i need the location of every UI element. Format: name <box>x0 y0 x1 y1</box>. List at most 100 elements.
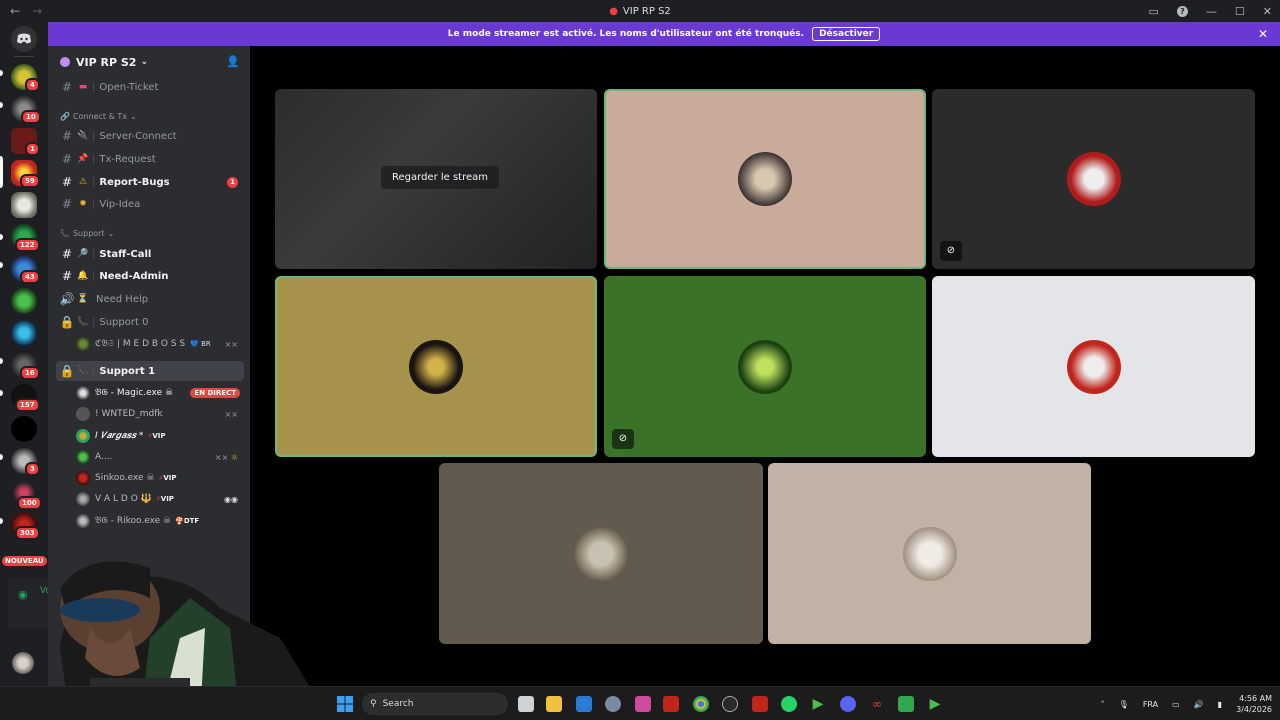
chevron-down-icon: ⌄ <box>107 229 115 238</box>
outlook-icon[interactable] <box>576 696 592 712</box>
back-arrow-icon[interactable]: ← <box>10 4 20 18</box>
magnifier-icon: 🔎 <box>77 249 89 259</box>
inbox-icon[interactable]: ▭ <box>1149 5 1159 18</box>
close-banner-icon[interactable]: ✕ <box>1258 27 1268 41</box>
voice-user-valdo[interactable]: V A L D O 🔱 ⚡VIP ◉◉ <box>76 489 244 509</box>
help-icon[interactable]: ? <box>1176 5 1188 17</box>
taskbar-search-box[interactable]: ⚲ Search <box>362 693 508 715</box>
title-bar: ← → ● VIP RP S2 ▭ ? — ☐ ✕ <box>0 0 1280 22</box>
voice-user-medboss[interactable]: ℭ𝔅𝔖 | M E D B O S S 💙 BR ⨯⨯ <box>76 334 244 354</box>
app-icon[interactable] <box>752 696 768 712</box>
voice-user-vargass[interactable]: I 𝑽𝒂𝒓𝒈𝒂𝒔𝒔 * ⚡VIP <box>76 426 244 446</box>
avatar <box>76 471 90 485</box>
maximize-icon[interactable]: ☐ <box>1235 5 1245 18</box>
stream-tile[interactable]: Regarder le stream <box>275 89 597 269</box>
channel-open-ticket[interactable]: # ▬ | Open-Ticket <box>56 77 244 97</box>
avatar <box>76 429 90 443</box>
warning-icon: ⚠ <box>78 177 88 187</box>
unread-pill <box>0 454 3 460</box>
mention-badge: 4 <box>25 78 40 92</box>
volume-icon[interactable]: 🔊 <box>1194 700 1204 709</box>
participant-tile[interactable] <box>439 463 763 644</box>
participant-tile[interactable] <box>604 89 926 269</box>
channel-server-connect[interactable]: # 🔌 | Server-Connect <box>56 126 244 146</box>
hash-icon: # <box>61 269 73 283</box>
disable-streamer-button[interactable]: Désactiver <box>812 27 881 41</box>
app-icon[interactable]: ∞ <box>869 696 885 712</box>
voice-user-magic[interactable]: 𝔅𝔊 - Magic.exe ☠ EN DIRECT <box>76 383 244 403</box>
wifi-icon[interactable]: ▭ <box>1172 700 1180 709</box>
unread-pill <box>0 518 3 524</box>
app-icon[interactable]: ▶ <box>810 696 826 712</box>
forward-arrow-icon[interactable]: → <box>32 4 42 18</box>
app-icon[interactable] <box>898 696 914 712</box>
microphone-icon[interactable]: 🎙 <box>1119 700 1129 709</box>
app-icon[interactable] <box>663 696 679 712</box>
hash-icon: # <box>61 80 73 94</box>
channel-support-1[interactable]: 🔒 📞 | Support 1 <box>56 361 244 381</box>
server-icon[interactable] <box>11 416 37 442</box>
server-icon[interactable] <box>11 288 37 314</box>
minimize-icon[interactable]: — <box>1206 5 1217 18</box>
file-explorer-icon[interactable] <box>546 696 562 712</box>
avatar <box>76 450 90 464</box>
channel-vip-idea[interactable]: # ✹ | Vip-Idea <box>56 194 244 214</box>
mention-badge: 1 <box>227 176 238 188</box>
unread-pill <box>0 358 3 364</box>
muted-deafened-icons: ⨯⨯ <box>224 409 238 419</box>
mention-badge: 43 <box>20 270 40 284</box>
mention-badge: 157 <box>15 398 40 412</box>
channel-report-bugs[interactable]: # ⚠ | Report-Bugs 1 <box>56 172 244 192</box>
participant-tile[interactable] <box>768 463 1091 644</box>
add-member-icon[interactable]: 👤 <box>226 55 240 68</box>
settings-icon[interactable] <box>605 696 621 712</box>
muted-deafened-icons: ⨯⨯ <box>224 339 238 349</box>
server-icon[interactable] <box>11 320 37 346</box>
discord-home-icon[interactable] <box>11 26 37 52</box>
channel-staff-call[interactable]: # 🔎 | Staff-Call <box>56 244 244 264</box>
chevron-up-icon[interactable]: ˄ <box>1101 700 1105 709</box>
category-support[interactable]: 📞 Support ⌄ <box>60 229 114 238</box>
lock-icon: 🔒 <box>59 315 75 329</box>
clock[interactable]: 4:56 AM 3/4/2026 <box>1236 693 1272 715</box>
participant-avatar <box>738 339 792 394</box>
participant-tile[interactable]: ⊘ <box>604 276 926 457</box>
hash-icon: # <box>61 129 73 143</box>
mention-badge: 122 <box>15 238 40 252</box>
avatar <box>76 492 90 506</box>
whatsapp-icon[interactable] <box>781 696 797 712</box>
channel-support-0[interactable]: 🔒 📞 | Support 0 <box>56 312 244 332</box>
app-icon[interactable]: ▶ <box>927 696 943 712</box>
mention-badge: 3 <box>25 462 40 476</box>
live-badge: EN DIRECT <box>190 388 240 398</box>
streamer-mode-banner: Le mode streamer est activé. Les noms d'… <box>48 22 1280 46</box>
participant-tile[interactable]: ⊘ <box>932 89 1255 269</box>
voice-user-wnted[interactable]: ! WNTED_mdfk ⨯⨯ <box>76 404 244 424</box>
mention-badge: 10 <box>21 110 41 124</box>
unread-pill <box>0 262 3 268</box>
chrome-icon[interactable] <box>693 696 709 712</box>
voice-user-sinkoo[interactable]: Sinkoo.exe ☠ ⚡VIP <box>76 468 244 488</box>
steam-icon[interactable] <box>722 696 738 712</box>
channel-tx-request[interactable]: # 📌 | Tx-Request <box>56 149 244 169</box>
voice-user-a[interactable]: A.... ⨯⨯ ☼ <box>76 447 244 467</box>
task-view-icon[interactable] <box>518 696 534 712</box>
mention-badge: 16 <box>20 366 40 380</box>
battery-icon[interactable]: ▮ <box>1218 700 1222 709</box>
mention-badge: 59 <box>20 174 40 188</box>
server-icon[interactable] <box>11 192 37 218</box>
participant-tile[interactable] <box>932 276 1255 457</box>
discord-icon[interactable] <box>840 696 856 712</box>
chevron-down-icon: ⌄ <box>140 57 148 67</box>
server-header[interactable]: VIP RP S2 ⌄ 👤 <box>48 46 250 78</box>
channel-need-help[interactable]: 🔊 ⏳ Need Help <box>56 289 244 309</box>
category-connect-tx[interactable]: 🔗 Connect & Tx ⌄ <box>60 112 137 121</box>
language-indicator[interactable]: FRA <box>1143 700 1158 709</box>
close-window-icon[interactable]: ✕ <box>1263 5 1272 18</box>
windows-start-icon[interactable] <box>337 696 353 712</box>
app-icon[interactable] <box>635 696 651 712</box>
mention-badge: 100 <box>17 496 42 510</box>
watch-stream-button[interactable]: Regarder le stream <box>381 166 500 189</box>
channel-need-admin[interactable]: # 🔔 | Need-Admin <box>56 266 244 286</box>
participant-tile[interactable] <box>275 276 597 457</box>
